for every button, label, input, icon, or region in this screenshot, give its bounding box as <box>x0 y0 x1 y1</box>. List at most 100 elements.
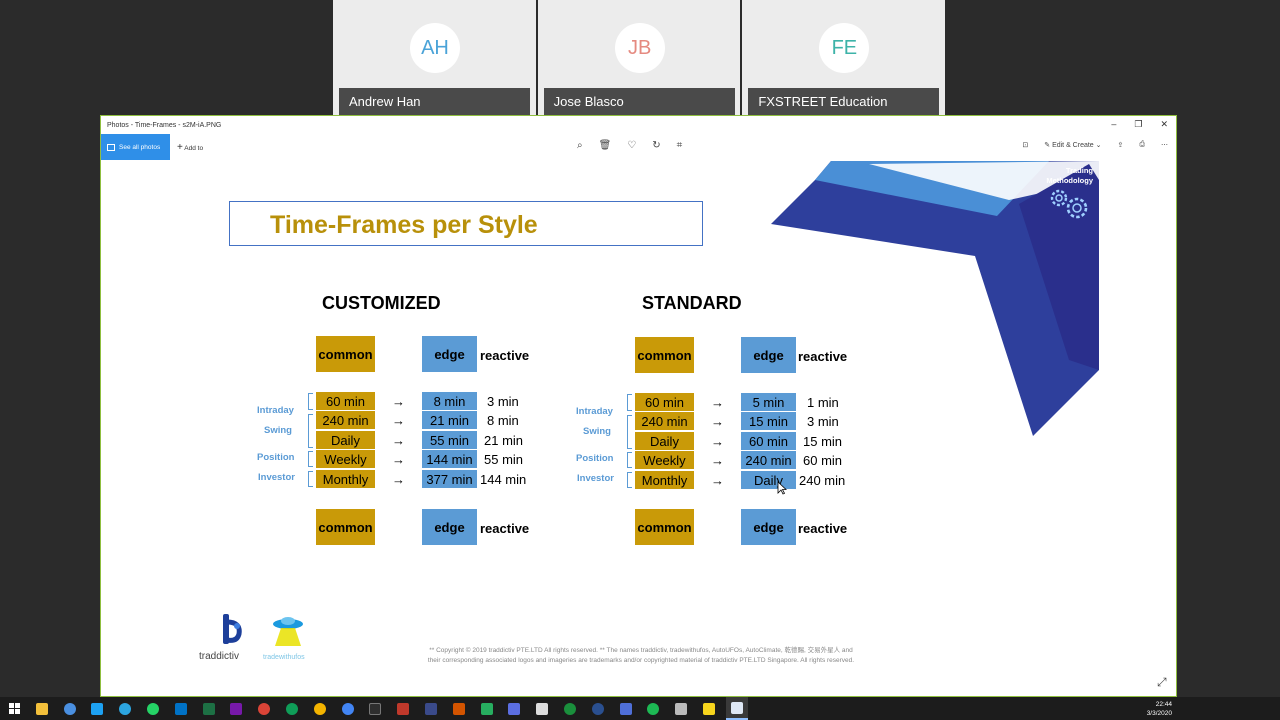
app-icon[interactable] <box>670 697 692 720</box>
delete-icon[interactable]: 🗑 <box>599 140 612 151</box>
taskbar: 22:44 3/3/2020 <box>0 697 1280 720</box>
reactive-cell: 8 min <box>487 413 519 428</box>
common-header: common <box>316 336 375 372</box>
arrow-icon: → <box>711 434 724 449</box>
common-cell: Monthly <box>635 471 694 489</box>
telegram-icon[interactable] <box>114 697 136 720</box>
zoom-icon[interactable]: ⌕ <box>577 140 583 151</box>
style-label-investor: Investor <box>577 473 614 484</box>
common-cell: 240 min <box>316 411 375 429</box>
arrow-icon: → <box>711 473 724 488</box>
slide-title-box: Time-Frames per Style <box>229 201 703 246</box>
common-cell: 60 min <box>635 393 694 411</box>
add-to-button[interactable]: + Add to <box>177 142 203 153</box>
common-cell: Daily <box>635 432 694 450</box>
photos-window: Photos - Time-Frames - s2M-iA.PNG – ❐ ✕ … <box>100 115 1177 697</box>
start-button[interactable] <box>3 697 25 720</box>
reactive-cell: 21 min <box>484 433 524 448</box>
fullscreen-icon[interactable]: ⤢ <box>1157 675 1167 690</box>
rotate-icon[interactable]: ↻ <box>652 140 660 151</box>
bracket <box>308 451 313 467</box>
customized-heading: CUSTOMIZED <box>322 293 441 313</box>
whatsapp-icon[interactable] <box>142 697 164 720</box>
print-icon[interactable]: ⎙ <box>1139 141 1145 149</box>
participant-tile[interactable]: FE FXSTREET Education <box>742 0 946 115</box>
avatar: JB <box>614 23 665 73</box>
edge-cell: 55 min <box>422 431 477 449</box>
arrow-icon: → <box>392 413 405 428</box>
style-label-investor: Investor <box>258 472 295 483</box>
chrome-icon[interactable] <box>59 697 81 720</box>
participant-tile[interactable]: AH Andrew Han <box>333 0 536 115</box>
reactive-cell: 60 min <box>803 453 843 468</box>
bracket <box>627 452 632 468</box>
style-label-intraday: Intraday <box>576 406 613 417</box>
window-title: Photos - Time-Frames - s2M-iA.PNG <box>107 121 222 129</box>
more-icon[interactable]: ⋯ <box>1161 141 1168 149</box>
file-explorer-icon[interactable] <box>31 697 53 720</box>
common-cell: Weekly <box>316 450 375 468</box>
maximize-icon[interactable]: ❐ <box>1134 119 1142 130</box>
crop-icon[interactable]: ⌗ <box>677 140 683 151</box>
brand-line1: Trading <box>1065 166 1093 175</box>
excel-icon[interactable] <box>198 697 220 720</box>
chrome-icon[interactable] <box>281 697 303 720</box>
avatar: FE <box>819 23 870 73</box>
edge-cell: 5 min <box>741 393 796 411</box>
share-icon[interactable]: ⇪ <box>1118 141 1124 149</box>
app-icon[interactable] <box>476 697 498 720</box>
twitter-icon[interactable] <box>86 697 108 720</box>
app-icon[interactable] <box>531 697 553 720</box>
bracket <box>308 414 313 448</box>
add-to-label: Add to <box>184 145 204 152</box>
app-icon[interactable] <box>420 697 442 720</box>
common-footer: common <box>635 509 694 545</box>
chrome-icon[interactable] <box>337 697 359 720</box>
see-all-photos-button[interactable]: See all photos <box>101 134 170 160</box>
favorite-icon[interactable]: ♡ <box>627 140 636 151</box>
app-icon[interactable] <box>559 697 581 720</box>
app-icon[interactable] <box>615 697 637 720</box>
close-icon[interactable]: ✕ <box>1160 119 1168 130</box>
app-icon[interactable] <box>392 697 414 720</box>
reactive-cell: 3 min <box>487 394 519 409</box>
traddictiv-logo-icon <box>223 614 242 644</box>
common-cell: 60 min <box>316 392 375 410</box>
tradewithufos-logo-icon <box>273 617 303 646</box>
see-all-label: See all photos <box>119 143 161 151</box>
minimize-icon[interactable]: – <box>1111 119 1116 130</box>
sticky-notes-icon[interactable] <box>698 697 720 720</box>
style-label-swing: Swing <box>264 425 292 436</box>
participant-tile[interactable]: JB Jose Blasco <box>537 0 741 115</box>
copyright-footer: ** Copyright © 2019 traddictiv PTE.LTD A… <box>401 646 881 666</box>
common-header: common <box>635 337 694 373</box>
outlook-icon[interactable] <box>170 697 192 720</box>
participant-name: FXSTREET Education <box>748 88 940 115</box>
participant-name: Jose Blasco <box>543 88 735 115</box>
app-icon[interactable] <box>503 697 525 720</box>
slide-image: Trading Methodology Time-Frames per Styl… <box>101 160 1178 698</box>
spotify-icon[interactable] <box>642 697 664 720</box>
copyright-line2: their corresponding associated logos and… <box>427 657 855 664</box>
app-icon[interactable] <box>587 697 609 720</box>
onenote-icon[interactable] <box>225 697 247 720</box>
chrome-icon[interactable] <box>253 697 275 720</box>
reactive-cell: 15 min <box>803 434 843 449</box>
app-icon[interactable] <box>448 697 470 720</box>
reactive-footer: reactive <box>480 521 530 536</box>
edge-cell: 21 min <box>422 411 477 429</box>
edit-create-button[interactable]: ✎ Edit & Create ⌄ <box>1044 141 1101 149</box>
reactive-header: reactive <box>480 348 530 363</box>
common-cell: Daily <box>316 431 375 449</box>
edge-header: edge <box>741 337 796 373</box>
standard-heading: STANDARD <box>642 293 742 313</box>
slideshow-icon[interactable]: ⊡ <box>1022 141 1028 149</box>
avatar: AH <box>410 23 460 73</box>
arrow-icon: → <box>392 472 405 487</box>
photos-icon[interactable] <box>725 697 748 720</box>
system-clock[interactable]: 22:44 3/3/2020 <box>1147 700 1172 718</box>
edge-footer: edge <box>741 509 796 545</box>
traddictiv-logo-text: traddictiv <box>199 651 240 662</box>
chrome-icon[interactable] <box>309 697 331 720</box>
terminal-icon[interactable] <box>364 697 386 720</box>
